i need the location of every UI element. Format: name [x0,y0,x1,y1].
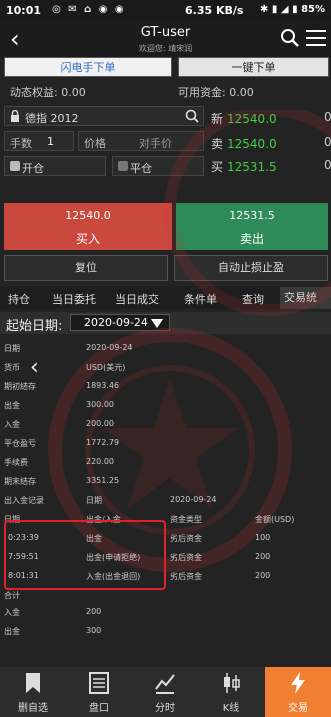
onekey-order-button[interactable]: 一键下单 [178,57,329,77]
search-icon[interactable] [280,28,300,48]
menu-icon[interactable] [306,30,326,46]
total-label: 合计 [4,591,20,600]
statement-label: 期初结存 [4,382,36,391]
candlestick-icon [224,673,240,693]
funds-value: 0.00 [229,86,254,99]
statement-label: 入金 [4,420,20,429]
statement-label: 期末结存 [4,477,36,486]
watermark-stamp [164,110,331,316]
tab-orders[interactable]: 当日委托 [52,291,96,307]
network-speed: 6.35 KB/s [185,4,244,17]
quantity-field[interactable]: 手数 1 [4,131,74,151]
highlight-box [4,520,166,590]
battery-level: 85% [301,4,325,15]
status-time: 10:01 [6,4,42,17]
open-position-option[interactable]: 开仓 [4,156,106,176]
record-header: 金额(USD) [255,515,295,524]
statement-value: 200.00 [86,419,114,428]
statement-value: 220.00 [86,457,114,466]
back-arrow-icon[interactable]: ‹ [30,355,39,380]
status-right: ✱ ▮ ◢ ▮ 85% [260,4,325,15]
open-label: 开仓 [22,162,44,175]
funds-label: 可用资金 [178,86,222,99]
nav-label: K线 [222,703,240,714]
tab-positions[interactable]: 持仓 [8,291,30,307]
total-item-value: 300 [86,626,102,635]
nav-label: 删自选 [18,703,48,714]
bookmark-icon [26,673,40,693]
record-fund-type: 劣后资金 [170,572,202,581]
record-date-value: 2020-09-24 [170,495,217,504]
statement-label: 出金 [4,401,20,410]
total-item-label: 出金 [4,627,20,636]
nav-label: 分时 [155,703,175,714]
nav-timeshare[interactable]: 分时 [132,667,198,717]
record-fund-type: 劣后资金 [170,553,202,562]
lock-icon [11,110,19,122]
statement-value: 1893.46 [86,381,120,390]
total-item-value: 200 [86,607,102,616]
statement-label: 手续费 [4,458,28,467]
statement-label: 货币 [4,363,20,372]
statement-value: 2020-09-24 [86,343,133,352]
checkbox-checked-icon[interactable] [10,161,20,171]
price-label: 价格 [84,137,106,150]
product-name: 德指 2012 [25,112,79,125]
record-date-label: 日期 [86,496,102,505]
statement-label: 平仓盈亏 [4,439,36,448]
equity-text: 动态权益: 0.00 [10,86,86,99]
equity-value: 0.00 [61,86,86,99]
nav-kline[interactable]: K线 [198,667,264,717]
app-header: ‹ GT-user 欢迎您: 靖宋润 [0,22,331,58]
funds-text: 可用资金: 0.00 [178,86,254,99]
nav-label: 盘口 [89,703,109,714]
nav-trade[interactable]: 交易 [265,667,331,717]
quantity-label: 手数 [10,137,32,150]
statement-value: 3351.25 [86,476,120,485]
record-fund-type: 劣后资金 [170,534,202,543]
equity-label: 动态权益 [10,86,54,99]
notification-icons: ◎ ✉ ⌂ ◉ ◉ [52,4,126,15]
statement-value: 300.00 [86,400,114,409]
flash-order-button[interactable]: 闪电手下单 [4,57,172,77]
record-amount: 200 [255,571,271,580]
bottom-nav: 删自选 盘口 分时 K线 交易 [0,667,331,717]
record-amount: 100 [255,533,271,542]
record-amount: 200 [255,552,271,561]
record-title: 出入金记录 [4,496,44,505]
record-header: 资金类型 [170,515,202,524]
quantity-value: 1 [47,135,54,148]
bolt-icon [291,672,305,694]
status-bar: 10:01 ◎ ✉ ⌂ ◉ ◉ 6.35 KB/s ✱ ▮ ◢ ▮ 85% [0,0,331,22]
statement-value: USD(美元) [86,363,126,372]
statement-label: 日期 [4,344,20,353]
total-item-label: 入金 [4,608,20,617]
statement-value: 1772.79 [86,438,120,447]
timeshare-icon [155,674,175,694]
nav-label: 交易 [288,703,308,714]
start-date-label: 起始日期: [6,319,63,334]
orderbook-icon [89,672,109,694]
nav-orderbook[interactable]: 盘口 [66,667,132,717]
nav-remove-favorite[interactable]: 删自选 [0,667,66,717]
